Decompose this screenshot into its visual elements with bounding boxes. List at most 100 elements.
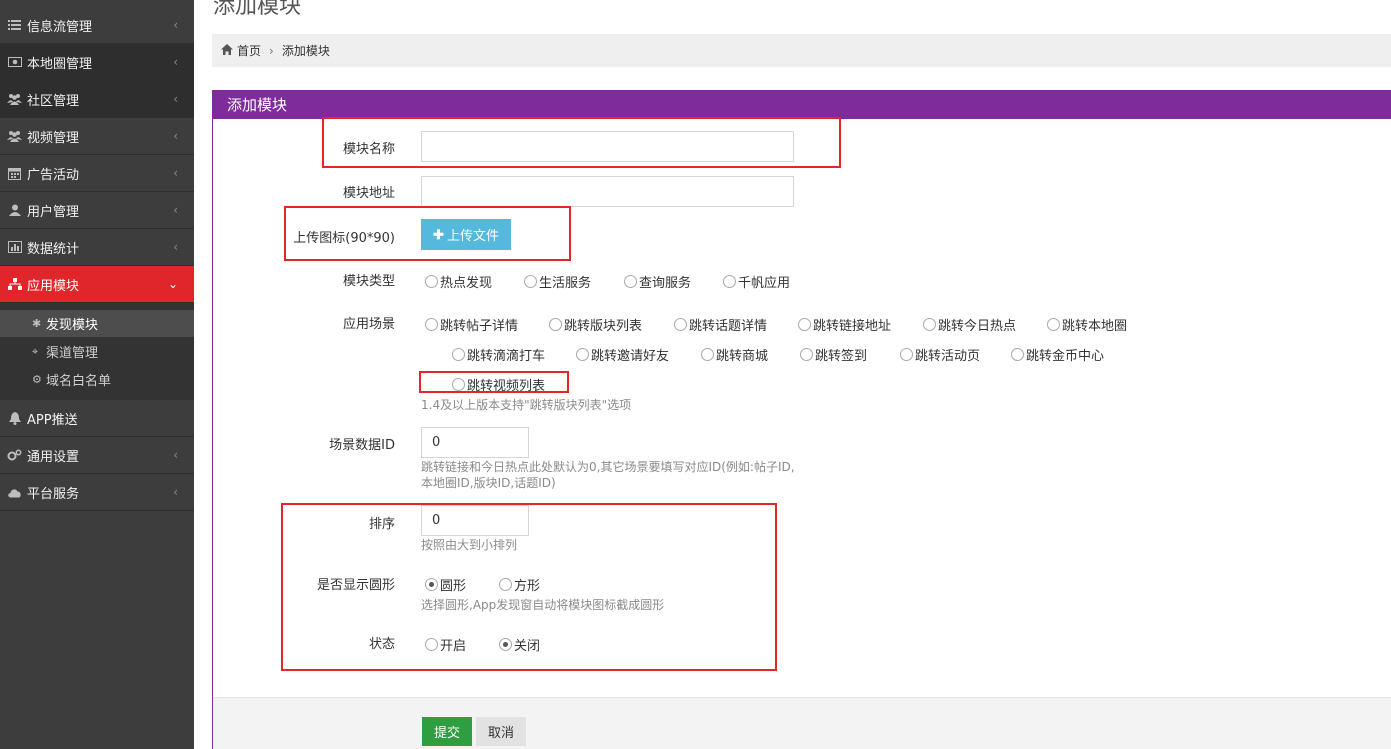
module-name-label: 模块名称 (342, 142, 395, 157)
radio-label: 千帆应用 (738, 276, 791, 291)
radio-circle[interactable] (549, 318, 562, 331)
asterisk-icon: ✱ (32, 317, 42, 330)
sidebar-item-ads[interactable]: 广告活动 ‹ (0, 155, 194, 192)
radio-circle[interactable] (1011, 348, 1024, 361)
shape-radio-square[interactable]: 方形 (499, 575, 540, 594)
scene-radio-invite[interactable]: 跳转邀请好友 (576, 345, 669, 364)
radio-circle[interactable] (452, 378, 465, 391)
scene-radio-link[interactable]: 跳转链接地址 (798, 315, 891, 334)
scene-radio-checkin[interactable]: 跳转签到 (800, 345, 867, 364)
scene-radio-post[interactable]: 跳转帖子详情 (425, 315, 518, 334)
scene-radio-today-hot[interactable]: 跳转今日热点 (923, 315, 1016, 334)
sidebar-subitem-label: 域名白名单 (46, 374, 112, 389)
radio-label: 跳转链接地址 (813, 319, 892, 334)
type-radio-query[interactable]: 查询服务 (624, 272, 691, 291)
status-label: 状态 (368, 637, 395, 652)
breadcrumb: 首页 › 添加模块 (212, 34, 1391, 67)
sidebar-item-label: 平台服务 (27, 486, 80, 502)
scene-data-id-input[interactable] (421, 427, 529, 458)
users-icon (7, 92, 22, 107)
sidebar-subitem-channels[interactable]: ⌖ 渠道管理 (0, 338, 194, 365)
radio-circle[interactable] (800, 348, 813, 361)
sidebar-subitem-label: 发现模块 (46, 318, 99, 333)
sort-hint: 按照由大到小排列 (421, 538, 518, 552)
radio-circle[interactable] (923, 318, 936, 331)
radio-circle[interactable] (524, 275, 537, 288)
sidebar-item-general-settings[interactable]: 通用设置 ‹ (0, 437, 194, 474)
cancel-button[interactable]: 取消 (476, 717, 526, 746)
status-radio-on[interactable]: 开启 (425, 635, 466, 654)
sidebar-subitem-label: 渠道管理 (46, 346, 99, 361)
submit-button[interactable]: 提交 (422, 717, 472, 746)
chevron-left-icon: ‹ (173, 485, 178, 499)
radio-circle[interactable] (425, 318, 438, 331)
sidebar-item-app-push[interactable]: APP推送 (0, 400, 194, 437)
cloud-icon (7, 485, 22, 500)
type-radio-hot[interactable]: 热点发现 (425, 272, 492, 291)
bell-icon (7, 411, 22, 426)
users-icon (7, 129, 22, 144)
radio-label: 生活服务 (539, 276, 592, 291)
sidebar-item-label: 用户管理 (27, 204, 80, 220)
type-radio-qianfan[interactable]: 千帆应用 (723, 272, 790, 291)
plus-icon: ✚ (433, 226, 444, 242)
scene-radio-didi[interactable]: 跳转滴滴打车 (452, 345, 545, 364)
radio-circle[interactable] (452, 348, 465, 361)
sidebar-item-local-circle[interactable]: 本地圈管理 ‹ (0, 44, 194, 81)
radio-circle[interactable] (499, 578, 512, 591)
radio-label: 跳转本地圈 (1062, 319, 1128, 334)
type-radio-life[interactable]: 生活服务 (524, 272, 591, 291)
radio-label: 开启 (440, 639, 467, 654)
module-name-input[interactable] (421, 131, 794, 162)
scene-radio-topic[interactable]: 跳转话题详情 (674, 315, 767, 334)
radio-circle[interactable] (425, 275, 438, 288)
radio-label: 跳转版块列表 (564, 319, 643, 334)
sidebar-item-stats[interactable]: 数据统计 ‹ (0, 229, 194, 266)
status-radio-off[interactable]: 关闭 (499, 635, 540, 654)
radio-circle[interactable] (425, 638, 438, 651)
radio-circle[interactable] (674, 318, 687, 331)
shape-radio-circle[interactable]: 圆形 (425, 575, 466, 594)
radio-circle[interactable] (1047, 318, 1060, 331)
sidebar-item-users[interactable]: 用户管理 ‹ (0, 192, 194, 229)
radio-label: 跳转帖子详情 (440, 319, 519, 334)
gears-icon (7, 448, 22, 463)
breadcrumb-home-link[interactable]: 首页 (237, 42, 261, 59)
sidebar-item-label: 本地圈管理 (27, 56, 93, 72)
radio-circle[interactable] (624, 275, 637, 288)
sidebar: 信息流管理 ‹ 本地圈管理 ‹ 社区管理 ‹ 视频管理 ‹ 广告活动 ‹ 用户管… (0, 0, 194, 749)
scene-radio-local-circle[interactable]: 跳转本地圈 (1047, 315, 1127, 334)
chevron-down-icon: ⌄ (167, 277, 178, 291)
sidebar-item-video[interactable]: 视频管理 ‹ (0, 118, 194, 155)
radio-label: 跳转视频列表 (467, 379, 546, 394)
scene-radio-activity[interactable]: 跳转活动页 (900, 345, 980, 364)
radio-circle[interactable] (576, 348, 589, 361)
radio-circle-checked[interactable] (499, 638, 512, 651)
radio-label: 查询服务 (639, 276, 692, 291)
sidebar-item-app-modules[interactable]: 应用模块 ⌄ (0, 266, 194, 303)
sidebar-item-platform-service[interactable]: 平台服务 ‹ (0, 474, 194, 511)
sort-label: 排序 (368, 517, 395, 532)
radio-label: 跳转商城 (716, 349, 769, 364)
upload-file-button[interactable]: ✚ 上传文件 (421, 219, 511, 250)
scene-radio-mall[interactable]: 跳转商城 (701, 345, 768, 364)
scene-radio-coin-center[interactable]: 跳转金币中心 (1011, 345, 1104, 364)
module-url-input[interactable] (421, 176, 794, 207)
radio-circle[interactable] (701, 348, 714, 361)
radio-circle-checked[interactable] (425, 578, 438, 591)
sidebar-item-label: 信息流管理 (27, 19, 93, 35)
radio-circle[interactable] (798, 318, 811, 331)
sort-input[interactable] (421, 505, 529, 536)
sidebar-subitem-domain-whitelist[interactable]: ⚙ 域名白名单 (0, 366, 194, 393)
radio-circle[interactable] (723, 275, 736, 288)
sidebar-item-info-flow[interactable]: 信息流管理 ‹ (0, 7, 194, 44)
sidebar-subitem-discover[interactable]: ✱ 发现模块 (0, 310, 194, 337)
sidebar-submenu: ✱ 发现模块 ⌖ 渠道管理 ⚙ 域名白名单 (0, 303, 194, 400)
radio-label: 跳转今日热点 (938, 319, 1017, 334)
scene-label: 应用场景 (342, 317, 395, 332)
sidebar-item-community[interactable]: 社区管理 ‹ (0, 81, 194, 118)
sidebar-item-label: APP推送 (27, 412, 78, 428)
radio-circle[interactable] (900, 348, 913, 361)
scene-radio-video-list[interactable]: 跳转视频列表 (452, 375, 545, 394)
scene-radio-board-list[interactable]: 跳转版块列表 (549, 315, 642, 334)
